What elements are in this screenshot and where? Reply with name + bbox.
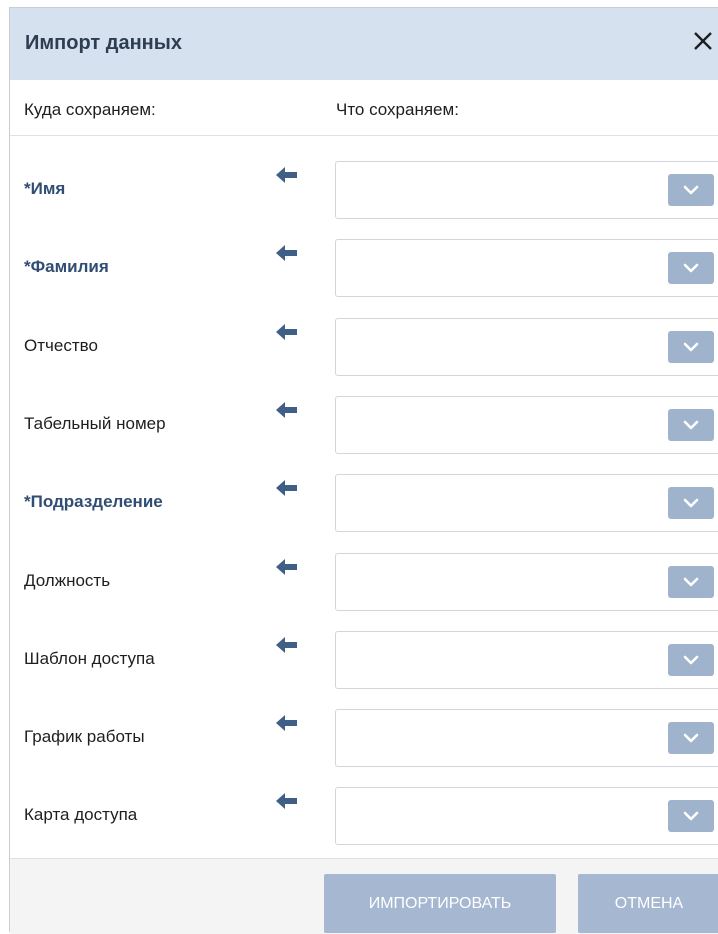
field-label: Табельный номер bbox=[24, 414, 166, 433]
dialog-header: Импорт данных bbox=[10, 8, 718, 80]
dialog-footer: ИМПОРТИРОВАТЬ ОТМЕНА bbox=[10, 858, 718, 934]
source-field-select[interactable] bbox=[335, 787, 718, 845]
arrow-left-icon bbox=[276, 166, 298, 184]
dropdown-toggle-button[interactable] bbox=[668, 566, 714, 598]
dropdown-toggle-button[interactable] bbox=[668, 800, 714, 832]
source-field-select[interactable] bbox=[335, 396, 718, 454]
mapping-row: Карта доступа bbox=[10, 787, 718, 845]
arrow-left-icon bbox=[276, 323, 298, 341]
field-label: График работы bbox=[24, 727, 145, 746]
source-column-header: Что сохраняем: bbox=[336, 100, 459, 119]
mapping-row: Табельный номер bbox=[10, 396, 718, 454]
chevron-down-icon bbox=[683, 263, 699, 273]
dropdown-toggle-button[interactable] bbox=[668, 644, 714, 676]
chevron-down-icon bbox=[683, 342, 699, 352]
arrow-left-icon bbox=[276, 479, 298, 497]
mapping-row: *Подразделение bbox=[10, 474, 718, 532]
chevron-down-icon bbox=[683, 498, 699, 508]
arrow-left-icon bbox=[276, 558, 298, 576]
arrow-left-icon bbox=[276, 714, 298, 732]
dropdown-toggle-button[interactable] bbox=[668, 409, 714, 441]
dropdown-toggle-button[interactable] bbox=[668, 331, 714, 363]
arrow-left-icon bbox=[276, 792, 298, 810]
field-label: Карта доступа bbox=[24, 805, 138, 824]
chevron-down-icon bbox=[683, 577, 699, 587]
source-field-select[interactable] bbox=[335, 709, 718, 767]
chevron-down-icon bbox=[683, 655, 699, 665]
arrow-left-icon bbox=[276, 636, 298, 654]
mapping-row: Шаблон доступа bbox=[10, 631, 718, 689]
chevron-down-icon bbox=[683, 811, 699, 821]
mapping-row: Должность bbox=[10, 553, 718, 611]
mapping-row: *Фамилия bbox=[10, 239, 718, 297]
field-label: Шаблон доступа bbox=[24, 649, 155, 668]
cancel-button[interactable]: ОТМЕНА bbox=[578, 874, 718, 933]
mapping-row: Отчество bbox=[10, 318, 718, 376]
chevron-down-icon bbox=[683, 420, 699, 430]
field-label: *Фамилия bbox=[24, 257, 109, 276]
mapping-row: График работы bbox=[10, 709, 718, 767]
dropdown-toggle-button[interactable] bbox=[668, 252, 714, 284]
chevron-down-icon bbox=[683, 185, 699, 195]
dropdown-toggle-button[interactable] bbox=[668, 487, 714, 519]
field-label: Отчество bbox=[24, 336, 98, 355]
import-button[interactable]: ИМПОРТИРОВАТЬ bbox=[324, 874, 556, 933]
header-divider bbox=[10, 135, 718, 136]
mapping-row: *Имя bbox=[10, 161, 718, 219]
dropdown-toggle-button[interactable] bbox=[668, 174, 714, 206]
source-field-select[interactable] bbox=[335, 239, 718, 297]
source-field-select[interactable] bbox=[335, 631, 718, 689]
close-icon[interactable] bbox=[686, 24, 718, 58]
target-column-header: Куда сохраняем: bbox=[24, 100, 156, 119]
source-field-select[interactable] bbox=[335, 553, 718, 611]
chevron-down-icon bbox=[683, 733, 699, 743]
field-label: *Имя bbox=[24, 179, 66, 198]
dialog-title: Импорт данных bbox=[25, 32, 182, 54]
import-data-dialog: Импорт данных Куда сохраняем: Что сохран… bbox=[9, 7, 718, 934]
arrow-left-icon bbox=[276, 244, 298, 262]
source-field-select[interactable] bbox=[335, 474, 718, 532]
arrow-left-icon bbox=[276, 401, 298, 419]
source-field-select[interactable] bbox=[335, 318, 718, 376]
source-field-select[interactable] bbox=[335, 161, 718, 219]
field-label: *Подразделение bbox=[24, 492, 163, 511]
field-label: Должность bbox=[24, 571, 111, 590]
dropdown-toggle-button[interactable] bbox=[668, 722, 714, 754]
